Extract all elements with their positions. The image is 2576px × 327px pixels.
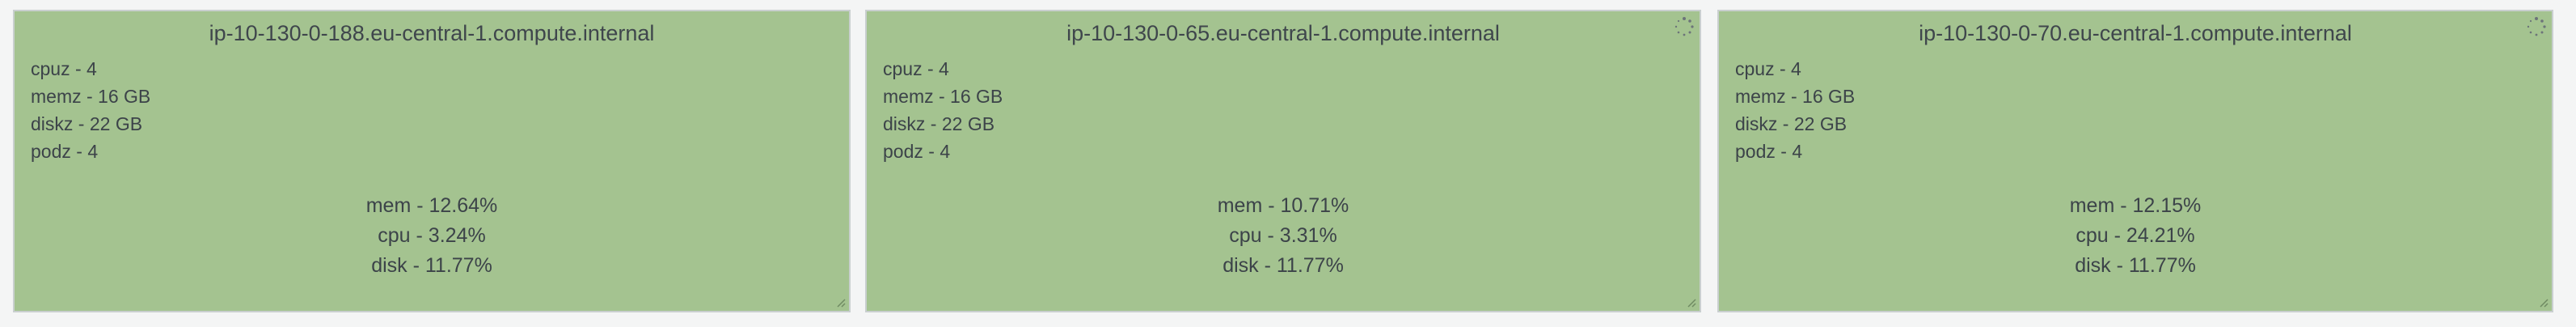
node-panel[interactable]: ip-10-130-0-65.eu-central-1.compute.inte… [865,10,1701,312]
stat-cpu: cpu - 24.21% [2076,224,2195,247]
node-panel[interactable]: ip-10-130-0-188.eu-central-1.compute.int… [13,10,851,312]
node-panel[interactable]: ip-10-130-0-70.eu-central-1.compute.inte… [1717,10,2553,312]
stat-mem: mem - 12.64% [365,194,498,217]
spec-cpu: cpuz - 4 [883,58,949,79]
resize-handle-icon[interactable] [1685,296,1696,308]
spec-pods: podz - 4 [31,141,99,162]
node-usage-stats: mem - 12.15% cpu - 24.21% disk - 11.77% [1719,191,2552,281]
spec-pods: podz - 4 [1735,141,1803,162]
spec-cpu: cpuz - 4 [31,58,97,79]
dashboard-grid: ip-10-130-0-188.eu-central-1.compute.int… [0,0,2576,327]
spec-memory: memz - 16 GB [883,86,1003,107]
stat-mem: mem - 10.71% [1217,194,1349,217]
loading-spinner-icon [2527,17,2546,36]
stat-disk: disk - 11.77% [371,254,492,277]
spec-cpu: cpuz - 4 [1735,58,1801,79]
stat-cpu: cpu - 3.31% [1229,224,1337,247]
loading-spinner-icon [1674,17,1694,36]
node-specs: cpuz - 4 memz - 16 GB diskz - 22 GB podz… [883,55,1003,165]
stat-disk: disk - 11.77% [1223,254,1344,277]
stat-cpu: cpu - 3.24% [378,224,486,247]
spec-disk: diskz - 22 GB [31,113,143,134]
stat-mem: mem - 12.15% [2069,194,2202,217]
resize-handle-icon[interactable] [834,296,846,308]
spec-pods: podz - 4 [883,141,951,162]
stat-disk: disk - 11.77% [2075,254,2196,277]
spec-memory: memz - 16 GB [1735,86,1856,107]
node-usage-stats: mem - 12.64% cpu - 3.24% disk - 11.77% [15,191,849,281]
spec-disk: diskz - 22 GB [1735,113,1848,134]
node-specs: cpuz - 4 memz - 16 GB diskz - 22 GB podz… [1735,55,1855,165]
node-usage-stats: mem - 10.71% cpu - 3.31% disk - 11.77% [867,191,1700,281]
resize-handle-icon[interactable] [2537,296,2549,308]
panel-title[interactable]: ip-10-130-0-65.eu-central-1.compute.inte… [867,19,1700,47]
panel-title[interactable]: ip-10-130-0-70.eu-central-1.compute.inte… [1719,19,2552,47]
spec-memory: memz - 16 GB [31,86,151,107]
spec-disk: diskz - 22 GB [883,113,995,134]
panel-title[interactable]: ip-10-130-0-188.eu-central-1.compute.int… [15,19,849,47]
node-specs: cpuz - 4 memz - 16 GB diskz - 22 GB podz… [31,55,150,165]
